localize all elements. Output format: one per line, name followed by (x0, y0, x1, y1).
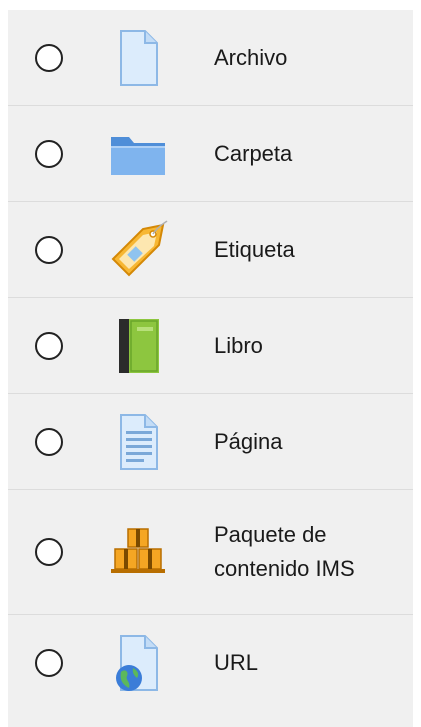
activity-label-line2: contenido IMS (214, 556, 355, 581)
book-icon (107, 315, 169, 377)
radio-button[interactable] (35, 427, 63, 456)
activity-option-libro[interactable]: Libro (8, 298, 413, 394)
activity-label: Página (214, 428, 283, 454)
activity-option-archivo[interactable]: Archivo (8, 10, 413, 106)
activity-label: Paquete de contenido IMS (214, 518, 405, 586)
activity-option-paquete-ims[interactable]: Paquete de contenido IMS (8, 490, 413, 615)
url-globe-icon (107, 632, 169, 694)
tag-icon (107, 219, 169, 281)
activity-label: Carpeta (214, 140, 293, 166)
folder-icon (107, 123, 169, 185)
activity-option-pagina[interactable]: Página (8, 394, 413, 490)
activity-option-etiqueta[interactable]: Etiqueta (8, 202, 413, 298)
activity-chooser-panel: Archivo Carpeta Etiqueta Libro Página Pa… (8, 10, 413, 727)
activity-label: Archivo (214, 44, 288, 70)
file-icon (107, 27, 169, 89)
radio-button[interactable] (35, 649, 63, 677)
activity-label: URL (214, 650, 259, 675)
activity-list: Archivo Carpeta Etiqueta Libro Página Pa… (8, 10, 413, 711)
activity-label: Libro (214, 332, 263, 358)
activity-option-carpeta[interactable]: Carpeta (8, 106, 413, 202)
radio-button[interactable] (35, 139, 63, 168)
radio-button[interactable] (35, 538, 63, 566)
activity-label-line1: Paquete de (214, 522, 327, 547)
radio-button[interactable] (35, 235, 63, 264)
activity-label: Etiqueta (214, 236, 295, 262)
page-icon (107, 411, 169, 473)
radio-button[interactable] (35, 43, 63, 72)
package-icon (107, 521, 169, 583)
radio-button[interactable] (35, 331, 63, 360)
activity-option-url[interactable]: URL (8, 615, 413, 711)
